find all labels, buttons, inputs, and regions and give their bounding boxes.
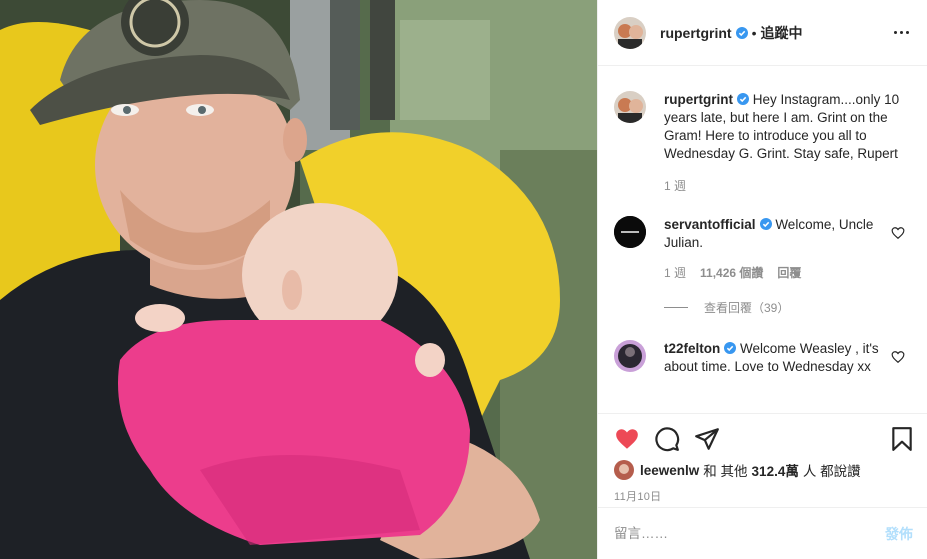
verified-badge-icon bbox=[735, 26, 748, 39]
post-photo[interactable] bbox=[0, 0, 597, 559]
post-date[interactable]: 11月10日 bbox=[614, 488, 911, 504]
header-username[interactable]: rupertgrint bbox=[660, 25, 732, 41]
liked-by-text-suffix: 人 都說讚 bbox=[802, 464, 861, 479]
comment-text-block: t22felton Welcome Weasley , it's about t… bbox=[664, 340, 900, 376]
comment-like-icon[interactable] bbox=[891, 350, 905, 364]
comment-input[interactable] bbox=[614, 526, 885, 541]
photo-illustration bbox=[0, 0, 597, 559]
comments-list[interactable]: rupertgrint Hey Instagram....only 10 yea… bbox=[598, 66, 927, 413]
avatar[interactable] bbox=[614, 216, 646, 248]
post-actions: leewenlw 和 其他 312.4萬 人 都說讚 11月10日 bbox=[598, 413, 927, 507]
view-replies-label[interactable]: 查看回覆（39） bbox=[704, 299, 789, 316]
more-options-icon[interactable] bbox=[890, 27, 913, 38]
liked-by: leewenlw 和 其他 312.4萬 人 都說讚 bbox=[614, 460, 911, 480]
comment-likes[interactable]: 11,426 個讚 bbox=[700, 264, 763, 281]
liked-by-username[interactable]: leewenlw bbox=[640, 463, 699, 478]
paper-plane-icon[interactable] bbox=[694, 426, 720, 452]
comment-bubble-icon[interactable] bbox=[654, 426, 680, 452]
caption: rupertgrint Hey Instagram....only 10 yea… bbox=[614, 91, 927, 194]
avatar[interactable] bbox=[614, 91, 646, 123]
comment-time[interactable]: 1 週 bbox=[664, 264, 686, 281]
action-icons bbox=[614, 424, 912, 454]
view-replies[interactable]: 查看回覆（39） bbox=[664, 299, 927, 316]
header-separator: • bbox=[751, 24, 757, 41]
verified-badge-icon bbox=[737, 93, 749, 105]
avatar[interactable] bbox=[614, 340, 646, 372]
comment-username[interactable]: servantofficial bbox=[664, 217, 756, 232]
comment-username[interactable]: t22felton bbox=[664, 341, 720, 356]
avatar-image bbox=[614, 340, 646, 372]
post-side-panel: rupertgrint • 追蹤中 rupertgrint Hey Instag… bbox=[597, 0, 927, 559]
comment-text-block: servantofficial Welcome, Uncle Julian. bbox=[664, 216, 900, 252]
avatar-image bbox=[614, 460, 634, 480]
avatar-image bbox=[614, 91, 646, 123]
following-button[interactable]: 追蹤中 bbox=[760, 23, 802, 43]
avatar[interactable] bbox=[614, 16, 646, 49]
verified-badge-icon bbox=[724, 342, 737, 354]
heart-filled-icon[interactable] bbox=[614, 426, 640, 452]
verified-badge-icon bbox=[759, 218, 772, 230]
caption-time[interactable]: 1 週 bbox=[664, 177, 686, 194]
comment-like-icon[interactable] bbox=[891, 226, 905, 240]
instagram-post: rupertgrint • 追蹤中 rupertgrint Hey Instag… bbox=[0, 0, 927, 559]
post-header: rupertgrint • 追蹤中 bbox=[598, 0, 927, 66]
avatar-image bbox=[614, 216, 646, 248]
caption-text-block: rupertgrint Hey Instagram....only 10 yea… bbox=[664, 91, 900, 163]
view-replies-line bbox=[664, 307, 688, 308]
avatar-image bbox=[614, 16, 646, 49]
add-comment-bar: 發佈 bbox=[598, 507, 927, 559]
reply-button[interactable]: 回覆 bbox=[777, 264, 801, 281]
caption-username[interactable]: rupertgrint bbox=[664, 92, 733, 107]
liked-by-text: 和 其他 bbox=[703, 464, 748, 479]
comment-item: t22felton Welcome Weasley , it's about t… bbox=[614, 340, 927, 376]
post-comment-button[interactable]: 發佈 bbox=[885, 524, 913, 544]
like-count[interactable]: 312.4萬 bbox=[752, 460, 799, 480]
comment-item: servantofficial Welcome, Uncle Julian. 1… bbox=[614, 216, 927, 281]
bookmark-icon[interactable] bbox=[889, 426, 915, 452]
avatar[interactable] bbox=[614, 460, 634, 480]
